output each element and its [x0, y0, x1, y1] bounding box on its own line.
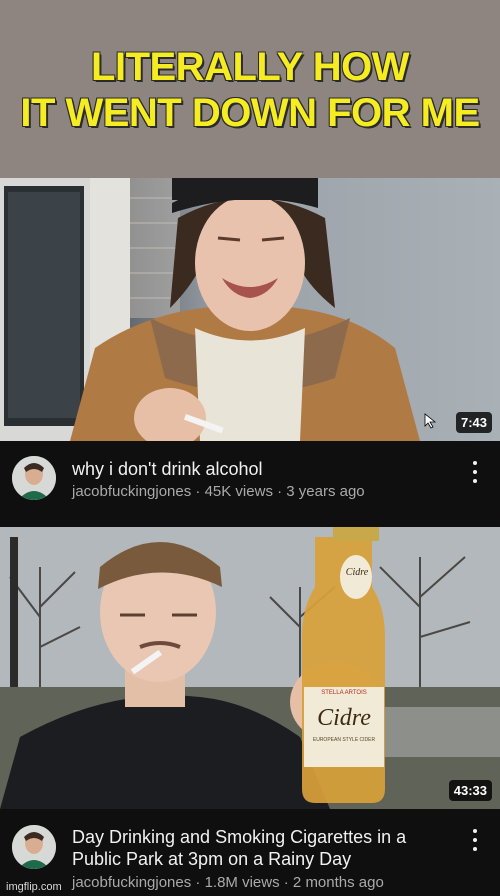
- video-thumbnail-2[interactable]: Cidre STELLA ARTOIS Cidre EUROPEAN STYLE…: [0, 527, 500, 809]
- cursor-icon: [424, 413, 437, 429]
- channel-avatar[interactable]: [12, 456, 56, 500]
- thumbnail-2-illustration: [0, 527, 500, 809]
- caption-line-2: IT WENT DOWN FOR ME: [20, 91, 480, 135]
- video-meta: jacobfuckingjones · 45K views · 3 years …: [72, 483, 365, 500]
- bottle-brand: STELLA ARTOIS: [321, 690, 367, 696]
- video-title-line-1: Day Drinking and Smoking Cigarettes in a: [72, 827, 407, 847]
- video-title[interactable]: why i don't drink alcohol: [72, 458, 452, 480]
- video-thumbnail-1[interactable]: 7:43: [0, 178, 500, 441]
- avatar-portrait: [12, 825, 56, 869]
- video-info-row-1[interactable]: why i don't drink alcohol jacobfuckingjo…: [0, 441, 500, 527]
- kebab-menu-icon[interactable]: [470, 829, 480, 851]
- meme-caption-text: LITERALLY HOW IT WENT DOWN FOR ME: [0, 44, 500, 136]
- video-info-row-2[interactable]: Day Drinking and Smoking Cigarettes in a…: [0, 809, 500, 896]
- video-meta: jacobfuckingjones · 1.8M views · 2 month…: [72, 874, 384, 891]
- video-title[interactable]: Day Drinking and Smoking Cigarettes in a…: [72, 826, 452, 870]
- video-duration-badge: 43:33: [448, 780, 492, 801]
- bottle-sub-label: EUROPEAN STYLE CIDER: [312, 737, 376, 743]
- avatar-portrait: [12, 456, 56, 500]
- meme-caption-panel: LITERALLY HOW IT WENT DOWN FOR ME: [0, 0, 500, 178]
- watermark: imgflip.com: [6, 881, 62, 893]
- channel-avatar[interactable]: [12, 825, 56, 869]
- bottle-neck-label: Cidre: [345, 567, 369, 578]
- thumbnail-1-illustration: [0, 178, 420, 441]
- video-duration-badge: 7:43: [455, 412, 492, 433]
- caption-line-1: LITERALLY HOW: [91, 45, 409, 89]
- video-title-line-2: Public Park at 3pm on a Rainy Day: [72, 849, 352, 869]
- bottle-main-label: Cidre: [317, 705, 371, 731]
- kebab-menu-icon[interactable]: [470, 461, 480, 483]
